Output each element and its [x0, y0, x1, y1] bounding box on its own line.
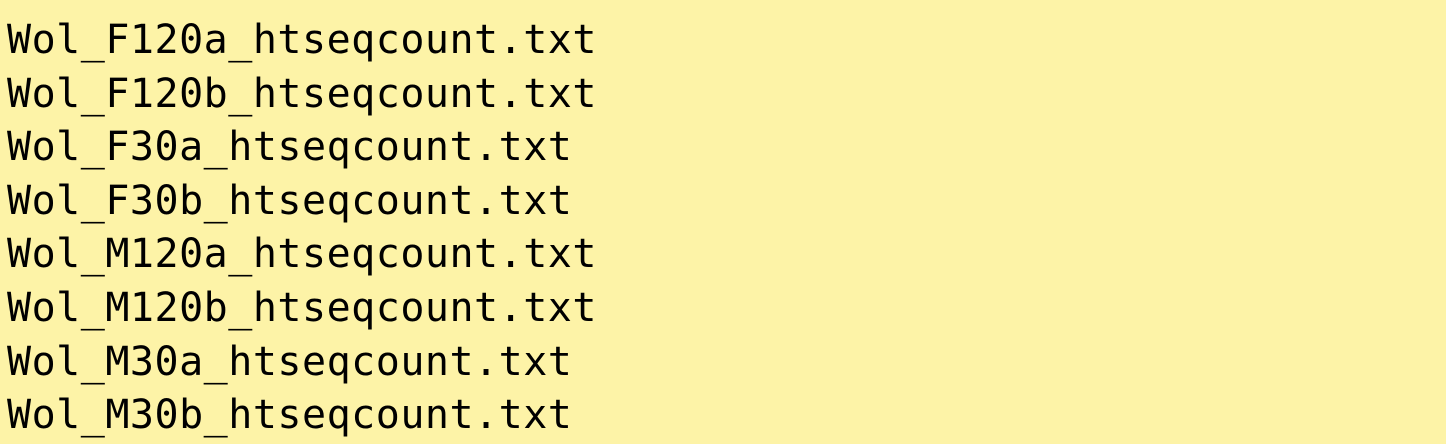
- file-list-item: Wol_F120a_htseqcount.txt: [7, 17, 597, 63]
- file-list-item: Wol_F30b_htseqcount.txt: [7, 177, 573, 224]
- file-list: Wol_F120a_htseqcount.txt Wol_F120b_htseq…: [7, 14, 1446, 443]
- terminal-output: Wol_F120a_htseqcount.txt Wol_F120b_htseq…: [0, 0, 1446, 444]
- file-list-item: Wol_M120a_htseqcount.txt: [7, 231, 597, 278]
- file-list-item: Wol_F30a_htseqcount.txt: [7, 124, 573, 171]
- file-list-item: Wol_F120b_htseqcount.txt: [7, 70, 597, 117]
- file-list-item: Wol_M120b_htseqcount.txt: [7, 284, 597, 331]
- file-list-item: Wol_M30a_htseqcount.txt: [7, 338, 573, 385]
- file-list-item: Wol_M30b_htseqcount.txt: [7, 392, 573, 439]
